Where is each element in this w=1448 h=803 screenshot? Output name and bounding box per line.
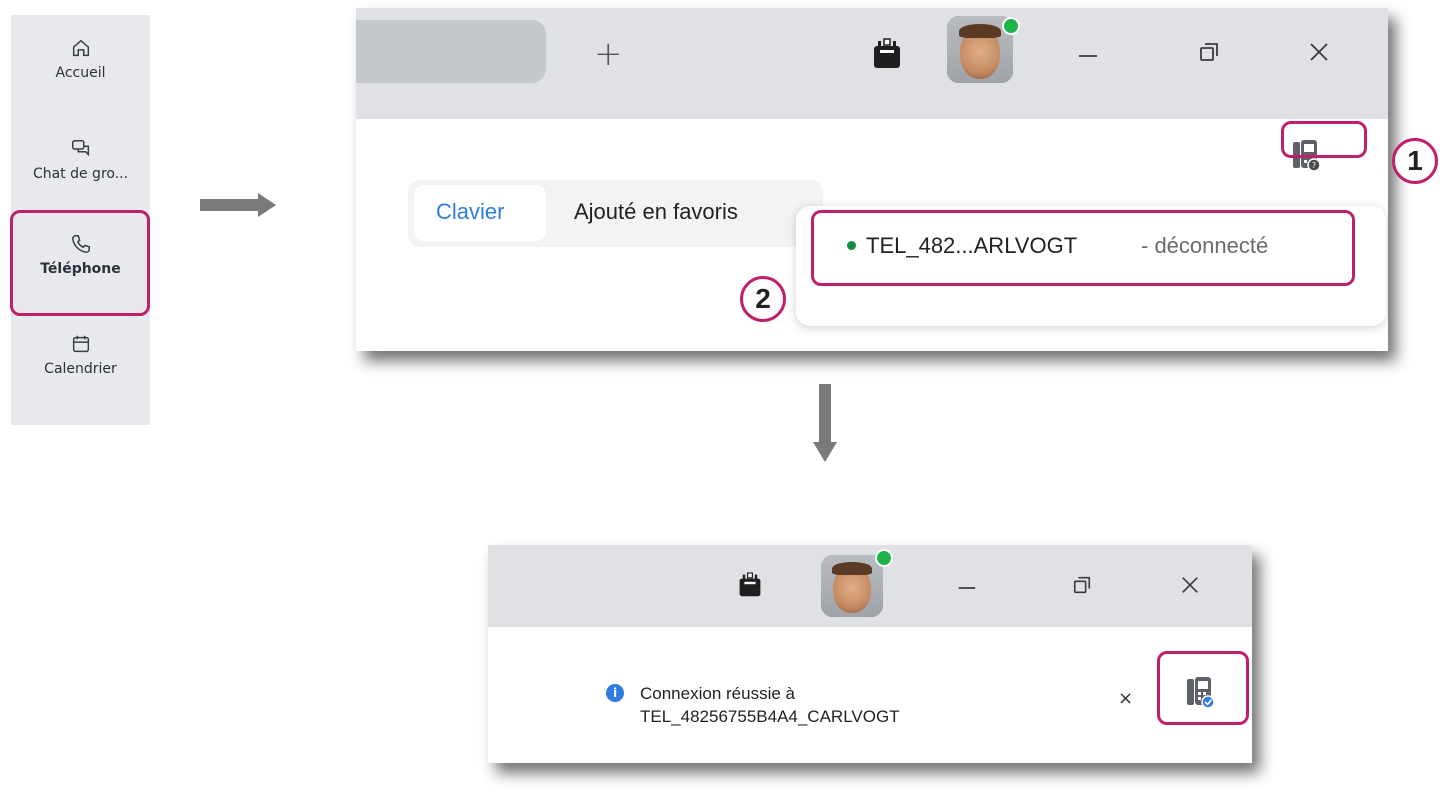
arrow-right-head (258, 193, 276, 217)
restore-icon[interactable] (1198, 41, 1220, 63)
toast-close-button[interactable]: × (1118, 688, 1133, 709)
arrow-right (200, 199, 260, 211)
toast-message-line1: Connexion réussie à (640, 684, 795, 703)
arrow-down-head (813, 442, 837, 462)
sidebar-item-label: Accueil (55, 65, 106, 81)
app-window-after: i Connexion réussie à TEL_48256755B4A4_C… (488, 545, 1252, 763)
home-icon (72, 39, 89, 57)
step-2-callout: 2 (740, 276, 786, 322)
sidebar-item-calendar[interactable]: Calendrier (11, 333, 150, 377)
calendar-icon (72, 335, 89, 353)
arrow-down (819, 384, 831, 444)
sidebar-item-group-chat[interactable]: Chat de gro... (11, 138, 150, 182)
title-bar: + (356, 8, 1388, 119)
meeting-icon[interactable] (872, 38, 902, 70)
svg-text:?: ? (1312, 161, 1316, 170)
minimize-icon[interactable] (956, 577, 978, 599)
online-status-dot (875, 549, 893, 567)
browser-tab[interactable] (356, 20, 546, 83)
phone-highlight-frame (10, 210, 150, 316)
toast-message-line2: TEL_48256755B4A4_CARLVOGT (640, 707, 900, 726)
sidebar-item-home[interactable]: Accueil (11, 37, 150, 81)
device-highlight-frame (811, 210, 1355, 286)
chat-icon (71, 140, 89, 157)
step-1-callout: 1 (1392, 138, 1438, 184)
window-body (488, 627, 1252, 763)
phone-button-highlight (1281, 121, 1367, 158)
tab-keypad[interactable]: Clavier (436, 199, 504, 225)
title-bar (488, 545, 1252, 627)
phone-connected-highlight (1157, 651, 1249, 725)
close-icon[interactable] (1308, 41, 1330, 63)
sidebar-item-label: Calendrier (44, 361, 117, 377)
app-window-before: + Clavier Ajouté en favoris ? TEL_482...… (356, 8, 1388, 351)
minimize-icon[interactable] (1076, 44, 1100, 68)
user-avatar[interactable] (821, 555, 883, 617)
restore-icon[interactable] (1072, 575, 1092, 595)
new-tab-button[interactable]: + (594, 34, 623, 74)
online-status-dot (1002, 17, 1020, 35)
sidebar-item-label: Chat de gro... (32, 166, 129, 182)
meeting-icon[interactable] (738, 572, 762, 598)
tab-favorites[interactable]: Ajouté en favoris (574, 199, 738, 225)
info-icon: i (606, 684, 624, 702)
close-icon[interactable] (1180, 575, 1200, 595)
